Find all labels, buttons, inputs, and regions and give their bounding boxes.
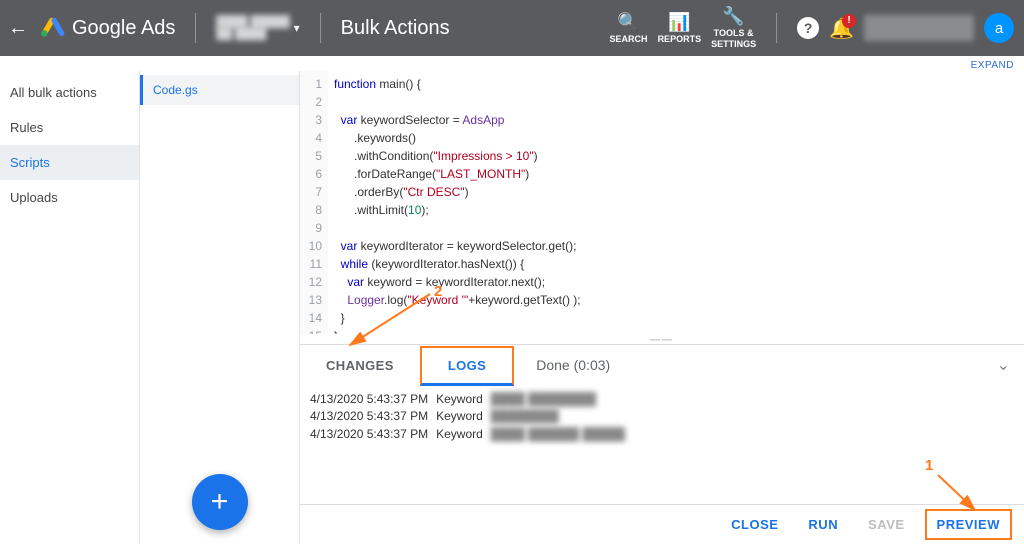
add-file-fab[interactable]: + [192, 474, 248, 530]
search-label: SEARCH [610, 34, 648, 44]
reports-icon: 📊 [668, 13, 690, 31]
sidebar-item-rules[interactable]: Rules [0, 110, 139, 145]
bottom-tabs: CHANGES LOGS Done (0:03) ⌄ [300, 345, 1024, 385]
tools-label1: TOOLS & [714, 28, 754, 38]
tools-settings-button[interactable]: 🔧 TOOLS & SETTINGS [711, 7, 756, 49]
tab-changes[interactable]: CHANGES [300, 345, 420, 385]
line-number-gutter: 123456789101112131415 [300, 71, 328, 334]
done-status: Done (0:03) [514, 357, 610, 373]
files-pane: Code.gs + [140, 71, 300, 544]
avatar-button[interactable]: a [984, 13, 1014, 43]
log-timestamp: 4/13/2020 5:43:37 PM [310, 408, 428, 425]
account-picker[interactable]: ████ █████ ██ ████ [216, 16, 289, 40]
annotation-number-1: 1 [925, 457, 933, 474]
logs-content: 4/13/2020 5:43:37 PM Keyword ████ ████████… [300, 385, 1024, 504]
account-id: ██ ████ [216, 28, 289, 40]
sidebar-item-all-bulk-actions[interactable]: All bulk actions [0, 75, 139, 110]
log-value: ████ ██████ █████ [491, 426, 625, 443]
preview-button[interactable]: PREVIEW [925, 509, 1012, 540]
wrench-icon: 🔧 [722, 7, 744, 25]
log-timestamp: 4/13/2020 5:43:37 PM [310, 426, 428, 443]
divider [776, 13, 777, 43]
sidebar-item-scripts[interactable]: Scripts [0, 145, 139, 180]
bottom-panel: CHANGES LOGS Done (0:03) ⌄ 4/13/2020 5:4… [300, 344, 1024, 544]
google-ads-logo-icon [40, 15, 66, 41]
log-value: ████████ [491, 408, 559, 425]
run-button[interactable]: RUN [798, 511, 848, 538]
left-sidebar: All bulk actions Rules Scripts Uploads [0, 71, 140, 544]
help-button[interactable]: ? [797, 17, 819, 39]
tab-logs[interactable]: LOGS [420, 346, 514, 386]
reports-button[interactable]: 📊 REPORTS [658, 13, 702, 44]
reports-label: REPORTS [658, 34, 702, 44]
log-prefix: Keyword [436, 391, 483, 408]
user-email [864, 15, 974, 41]
collapse-panel-icon[interactable]: ⌄ [997, 355, 1024, 375]
product-logo[interactable]: Google Ads [40, 15, 175, 41]
search-button[interactable]: 🔍 SEARCH [610, 13, 648, 44]
divider [195, 13, 196, 43]
tools-label2: SETTINGS [711, 39, 756, 49]
log-value: ████ ████████ [491, 391, 596, 408]
log-prefix: Keyword [436, 408, 483, 425]
back-arrow-icon[interactable]: ← [6, 17, 30, 40]
footer-bar: CLOSE RUN SAVE PREVIEW [300, 504, 1024, 544]
resize-handle[interactable]: ── [300, 334, 1024, 344]
topbar: ← Google Ads ████ █████ ██ ████ ▾ Bulk A… [0, 0, 1024, 56]
annotation-number-2: 2 [434, 283, 442, 300]
code-editor[interactable]: 123456789101112131415 function main() { … [300, 71, 1024, 334]
expand-link[interactable]: EXPAND [0, 56, 1024, 71]
sidebar-item-uploads[interactable]: Uploads [0, 180, 139, 215]
account-caret-icon[interactable]: ▾ [294, 21, 300, 35]
log-timestamp: 4/13/2020 5:43:37 PM [310, 391, 428, 408]
notifications-button[interactable]: 🔔 ! [829, 16, 854, 41]
product-name: Google Ads [72, 17, 175, 40]
notification-badge: ! [842, 14, 856, 28]
log-prefix: Keyword [436, 426, 483, 443]
close-button[interactable]: CLOSE [721, 511, 788, 538]
divider [320, 13, 321, 43]
code-content[interactable]: function main() { var keywordSelector = … [328, 71, 1024, 334]
editor-pane: 123456789101112131415 function main() { … [300, 71, 1024, 544]
file-code-gs[interactable]: Code.gs [140, 75, 299, 105]
save-button: SAVE [858, 511, 914, 538]
page-title: Bulk Actions [341, 17, 450, 40]
search-icon: 🔍 [617, 13, 639, 31]
account-name: ████ █████ [216, 16, 289, 28]
